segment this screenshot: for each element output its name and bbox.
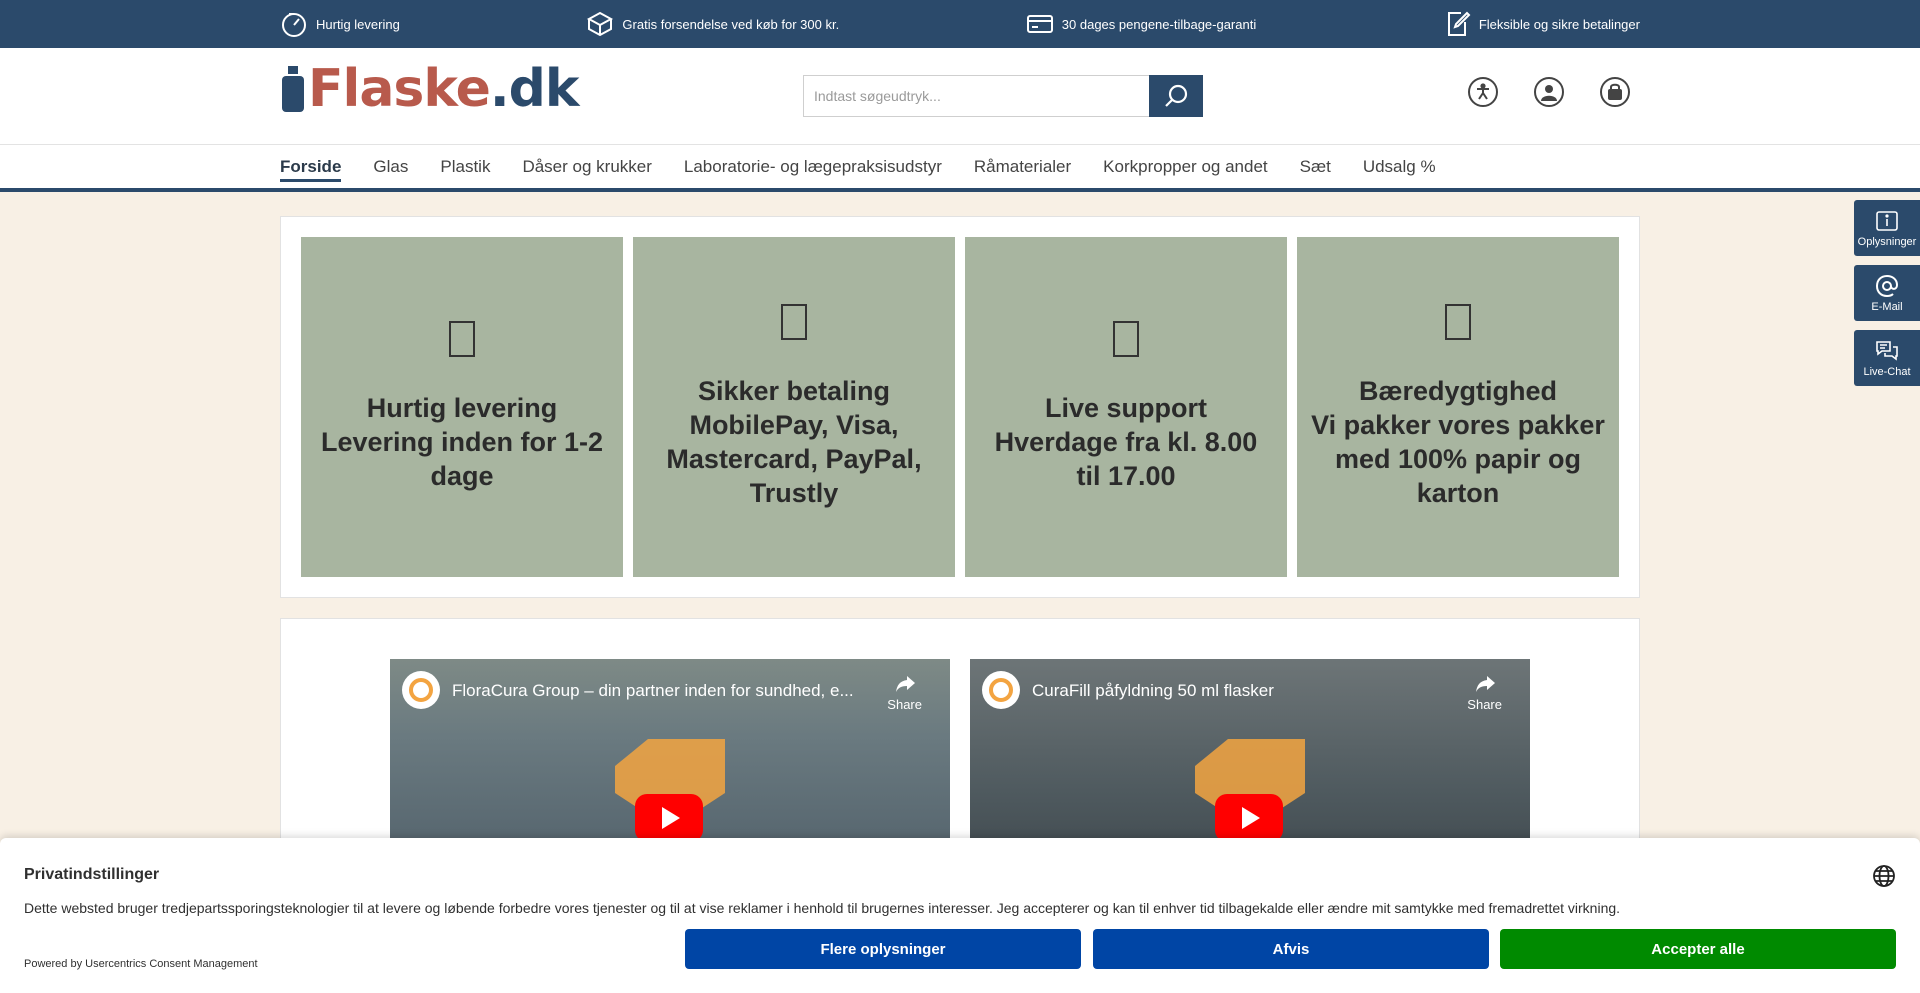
feature-tile-payment: Sikker betaling MobilePay, Visa, Masterc… [633, 237, 955, 577]
share-button[interactable]: Share [1467, 673, 1502, 712]
usp-bar: Hurtig levering Gratis forsendelse ved k… [0, 0, 1920, 48]
side-tab-label: Oplysninger [1857, 235, 1917, 248]
feature-text: Live support Hverdage fra kl. 8.00 til 1… [994, 393, 1258, 491]
usp-item-shipping: Gratis forsendelse ved køb for 300 kr. [586, 10, 839, 38]
account-button[interactable] [1534, 77, 1564, 107]
box-icon [587, 11, 614, 37]
usp-label: 30 dages pengene-tilbage-garanti [1061, 16, 1257, 32]
usp-label: Gratis forsendelse ved køb for 300 kr. [622, 16, 840, 32]
usp-label: Fleksible og sikre betalinger [1478, 16, 1640, 32]
side-tab-chat[interactable]: Live-Chat [1854, 330, 1920, 386]
nav-item-plastik[interactable]: Plastik [440, 145, 490, 188]
feature-text: Hurtig levering Levering inden for 1-2 d… [320, 393, 604, 491]
consent-banner: Privatindstillinger Dette websted bruger… [0, 838, 1920, 993]
share-label: Share [1467, 697, 1502, 712]
usp-item-delivery: Hurtig levering [280, 10, 400, 38]
main-nav: Forside Glas Plastik Dåser og krukker La… [0, 145, 1920, 192]
channel-avatar[interactable] [402, 671, 440, 709]
video-title[interactable]: CuraFill påfyldning 50 ml flasker [1032, 681, 1452, 701]
feature-text: Bæredygtighed Vi pakker vores pakker med… [1311, 376, 1605, 508]
share-label: Share [887, 697, 922, 712]
side-tab-info[interactable]: Oplysninger [1854, 200, 1920, 256]
channel-avatar[interactable] [982, 671, 1020, 709]
delivery-icon [449, 321, 475, 357]
support-icon [1113, 321, 1139, 357]
accept-all-button[interactable]: Accepter alle [1500, 929, 1896, 969]
video-title[interactable]: FloraCura Group – din partner inden for … [452, 681, 872, 701]
play-button[interactable] [635, 794, 703, 842]
search-icon [1165, 84, 1188, 107]
logo-text-domain: .dk [489, 59, 580, 119]
side-tab-label: E-Mail [1871, 300, 1903, 313]
chat-icon [1876, 340, 1898, 361]
speedometer-icon [282, 13, 306, 37]
consent-text: Dette websted bruger tredjepartssporings… [24, 900, 1621, 916]
header-icons [1468, 77, 1630, 107]
deny-button[interactable]: Afvis [1093, 929, 1489, 969]
feature-tile-delivery: Hurtig levering Levering inden for 1-2 d… [301, 237, 623, 577]
share-icon [1475, 676, 1495, 692]
site-logo[interactable]: Flaske.dk [280, 63, 579, 115]
accessibility-icon [1477, 83, 1489, 100]
features-section: Hurtig levering Levering inden for 1-2 d… [280, 216, 1640, 598]
cart-button[interactable] [1600, 77, 1630, 107]
account-icon [1541, 85, 1557, 101]
feature-tile-sustainability: Bæredygtighed Vi pakker vores pakker med… [1297, 237, 1619, 577]
nav-item-forside[interactable]: Forside [280, 145, 342, 188]
accessibility-button[interactable] [1468, 77, 1498, 107]
site-header: Flaske.dk [0, 48, 1920, 145]
play-button[interactable] [1215, 794, 1283, 842]
email-icon [1875, 274, 1899, 297]
share-button[interactable]: Share [887, 673, 922, 712]
usp-item-payments: Fleksible og sikre betalinger [1443, 10, 1640, 38]
side-tab-label: Live-Chat [1863, 365, 1911, 378]
bottle-icon [282, 66, 304, 112]
side-tab-email[interactable]: E-Mail [1854, 265, 1920, 321]
consent-title: Privatindstillinger [24, 866, 160, 883]
nav-item-udsalg[interactable]: Udsalg % [1363, 145, 1436, 188]
usp-item-guarantee: 30 dages pengene-tilbage-garanti [1026, 10, 1256, 38]
nav-item-saet[interactable]: Sæt [1300, 145, 1331, 188]
side-tabs: Oplysninger E-Mail Live-Chat [1854, 200, 1920, 386]
consent-powered-by[interactable]: Powered by Usercentrics Consent Manageme… [24, 958, 258, 970]
search-bar [803, 75, 1203, 117]
cart-icon [1608, 83, 1622, 100]
feature-text: Sikker betaling MobilePay, Visa, Masterc… [666, 376, 922, 508]
search-button[interactable] [1149, 75, 1203, 117]
payment-icon [781, 304, 807, 340]
info-icon [1876, 210, 1898, 231]
credit-card-icon [1026, 15, 1053, 33]
nav-item-daser-og-krukker[interactable]: Dåser og krukker [522, 145, 651, 188]
nav-item-korkpropper[interactable]: Korkpropper og andet [1103, 145, 1267, 188]
language-globe-icon[interactable] [1872, 864, 1896, 888]
share-icon [895, 676, 915, 692]
leaf-icon [1445, 304, 1471, 340]
nav-item-laboratorie[interactable]: Laboratorie- og lægepraksisudstyr [684, 145, 942, 188]
usp-label: Hurtig levering [316, 16, 400, 32]
nav-item-glas[interactable]: Glas [373, 145, 408, 188]
logo-text-main: Flaske [308, 59, 491, 119]
edit-document-icon [1447, 11, 1471, 36]
feature-tile-support: Live support Hverdage fra kl. 8.00 til 1… [965, 237, 1287, 577]
search-input[interactable] [803, 75, 1149, 117]
more-info-button[interactable]: Flere oplysninger [685, 929, 1081, 969]
nav-item-ramaterialer[interactable]: Råmaterialer [974, 145, 1071, 188]
